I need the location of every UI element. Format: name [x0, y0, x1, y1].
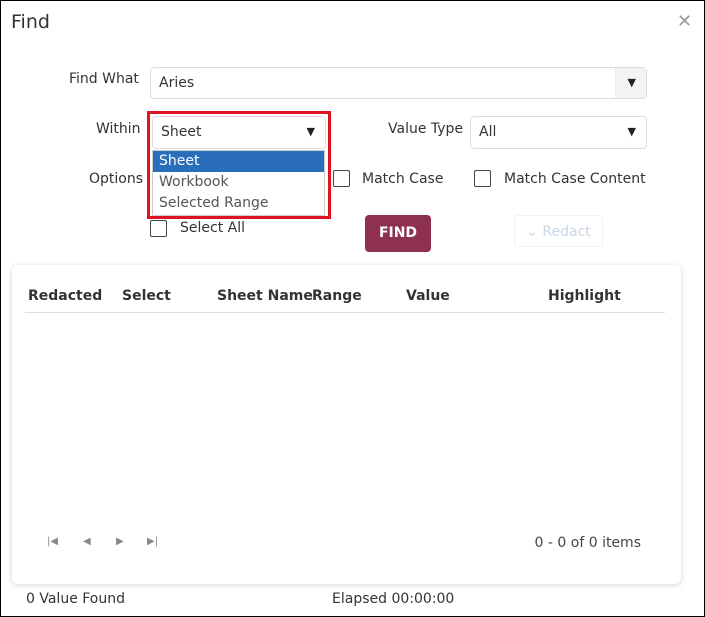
- value-type-select[interactable]: All ▼: [470, 116, 647, 149]
- header-sheet-name[interactable]: Sheet Name: [217, 288, 313, 304]
- header-value[interactable]: Value: [406, 288, 450, 304]
- value-type-label: Value Type: [388, 121, 464, 137]
- find-what-input[interactable]: Aries ▼: [150, 67, 647, 99]
- header-range[interactable]: Range: [312, 288, 362, 304]
- chevron-down-icon[interactable]: ▼: [628, 76, 636, 89]
- next-page-icon[interactable]: ▶: [116, 536, 124, 547]
- redact-button[interactable]: ⌄ Redact: [514, 215, 603, 247]
- header-highlight[interactable]: Highlight: [548, 288, 621, 304]
- elapsed-time: Elapsed 00:00:00: [332, 591, 455, 607]
- within-label: Within: [96, 121, 141, 137]
- prev-page-icon[interactable]: ◀: [83, 536, 91, 547]
- results-grid: Redacted Select Sheet Name Range Value H…: [12, 265, 681, 584]
- value-type-value: All: [479, 124, 497, 140]
- match-case-checkbox[interactable]: [333, 170, 350, 187]
- chevron-down-icon: ⌄: [526, 224, 538, 240]
- find-dialog: Find ✕ Find What Aries ▼ Within Sheet ▼ …: [0, 0, 705, 617]
- header-redacted[interactable]: Redacted: [28, 288, 102, 304]
- find-button[interactable]: FIND: [365, 215, 431, 252]
- select-all-checkbox[interactable]: [150, 220, 167, 237]
- first-page-icon[interactable]: |◀: [47, 536, 58, 547]
- pager-info: 0 - 0 of 0 items: [534, 535, 641, 551]
- close-icon[interactable]: ✕: [677, 11, 692, 32]
- options-label: Options: [89, 171, 144, 187]
- header-select[interactable]: Select: [122, 288, 171, 304]
- match-case-content-label: Match Case Content: [504, 171, 646, 187]
- dialog-title: Find: [11, 11, 50, 33]
- find-what-label: Find What: [69, 71, 139, 87]
- header-divider: [25, 312, 665, 313]
- values-found: 0 Value Found: [26, 591, 126, 607]
- last-page-icon[interactable]: ▶|: [147, 536, 158, 547]
- select-all-label: Select All: [180, 220, 245, 236]
- chevron-down-icon: ▼: [627, 125, 636, 138]
- match-case-content-checkbox[interactable]: [474, 170, 491, 187]
- redact-label: Redact: [542, 224, 591, 240]
- annotation-highlight-box: [147, 111, 331, 219]
- find-what-value: Aries: [159, 75, 195, 91]
- match-case-label: Match Case: [362, 171, 444, 187]
